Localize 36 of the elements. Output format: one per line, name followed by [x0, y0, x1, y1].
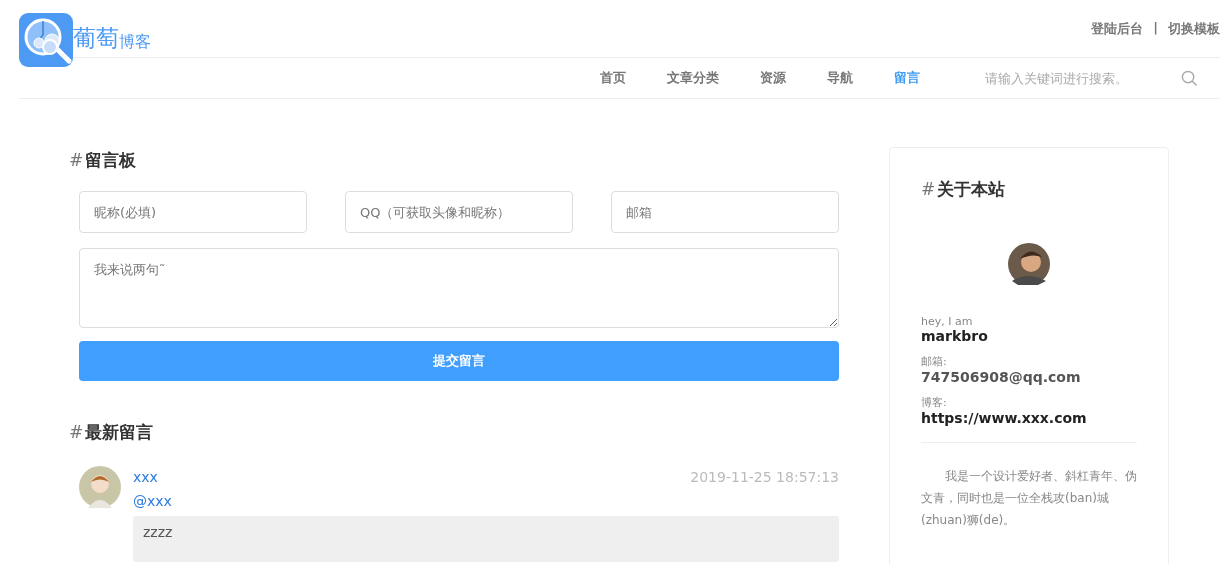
reply-link[interactable]: @xxx [133, 493, 839, 509]
bio-text: 我是一个设计爱好者、斜杠青年、伪文青，同时也是一位全栈攻(ban)城(zhuan)狮(de)。 [921, 468, 1137, 529]
top-link[interactable]: 登陆后台 [1091, 20, 1144, 38]
blog-label: 博客: [921, 395, 948, 410]
comment-author[interactable]: xxx [133, 469, 158, 485]
greeting: hey, I am [921, 315, 974, 328]
logo-icon [19, 13, 73, 67]
hash-mark: # [921, 179, 936, 199]
logo-subtitle: 博客 [119, 32, 151, 53]
author-name: markbro [921, 328, 989, 344]
logo-title: 葡萄 [73, 24, 119, 53]
nav-item[interactable]: 资源 [760, 69, 786, 87]
input-field[interactable]: 邮箱 [611, 191, 839, 233]
nav-item[interactable]: 导航 [827, 69, 853, 87]
submit-button[interactable]: 提交留言 [79, 341, 839, 381]
separator: | [1153, 20, 1158, 37]
comment-text: zzzz [133, 516, 839, 562]
avatar [1008, 243, 1050, 285]
input-field[interactable]: 昵称(必填) [79, 191, 307, 233]
input-field[interactable]: QQ（可获取头像和昵称） [345, 191, 573, 233]
hash-mark: # [69, 422, 84, 442]
nav-item[interactable]: 文章分类 [667, 69, 719, 87]
comment-time: 2019-11-25 18:57:13 [690, 469, 839, 485]
section-title: 最新留言 [85, 421, 154, 444]
nav-item[interactable]: 留言 [894, 69, 920, 87]
blog-value: https://www.xxx.com [921, 410, 1088, 426]
nav-item[interactable]: 首页 [600, 69, 626, 87]
search-icon[interactable] [1181, 69, 1198, 87]
section-title: 关于本站 [937, 178, 1006, 201]
section-title: 留言板 [85, 149, 137, 172]
hash-mark: # [69, 150, 84, 170]
top-link[interactable]: 切换模板 [1168, 20, 1220, 38]
email-value: 747506908@qq.com [921, 369, 1082, 385]
email-label: 邮箱: [921, 354, 948, 369]
message-field[interactable]: 我来说两句˜ [79, 248, 839, 328]
avatar [79, 466, 121, 508]
